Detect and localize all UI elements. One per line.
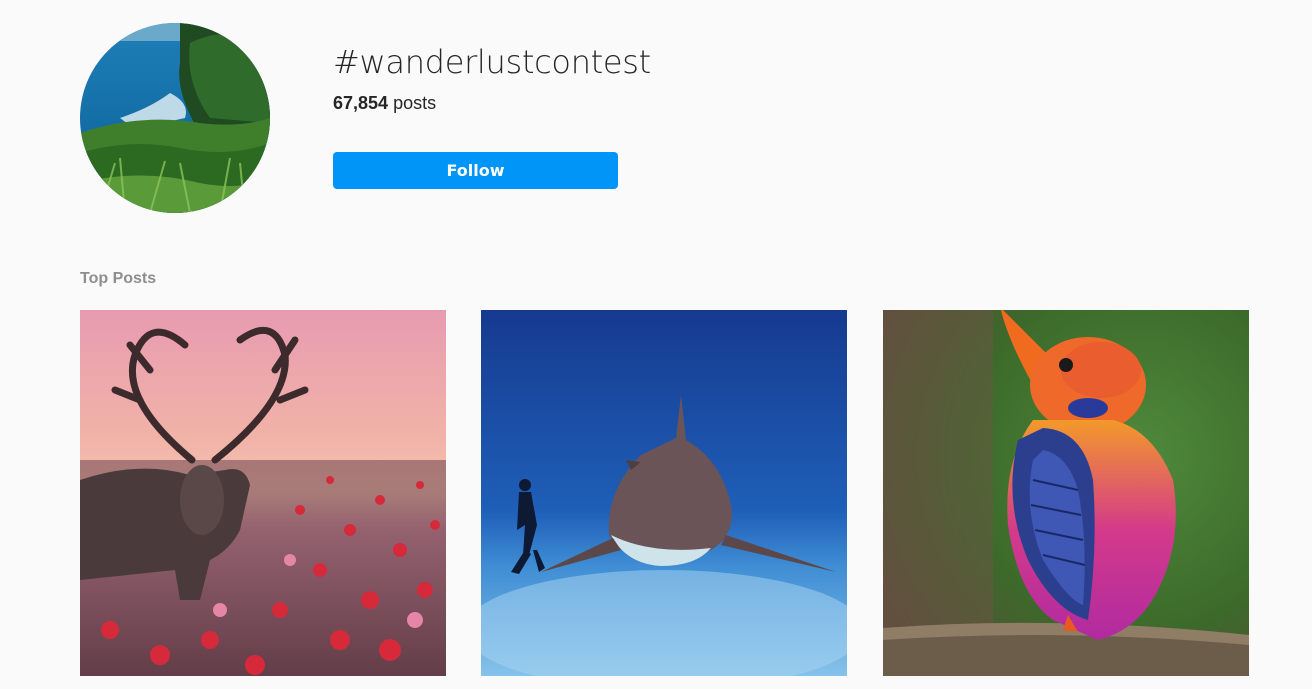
post-image-deer — [80, 310, 446, 676]
top-post-2[interactable] — [481, 310, 847, 676]
post-count-number: 67,854 — [333, 93, 389, 113]
avatar-coast-image — [80, 23, 270, 213]
follow-button[interactable]: Follow — [333, 152, 618, 189]
hashtag-avatar — [80, 23, 270, 213]
top-posts-label: Top Posts — [80, 270, 157, 287]
post-image-kingfisher — [883, 310, 1249, 676]
hashtag-page: #wanderlustcontest 67,854 posts Follow T… — [0, 0, 1312, 689]
top-post-3[interactable] — [883, 310, 1249, 676]
post-count: 67,854 posts — [333, 92, 436, 114]
post-count-suffix: posts — [393, 93, 437, 113]
top-post-1[interactable] — [80, 310, 446, 676]
post-image-shark — [481, 310, 847, 676]
hashtag-title: #wanderlustcontest — [333, 43, 651, 81]
